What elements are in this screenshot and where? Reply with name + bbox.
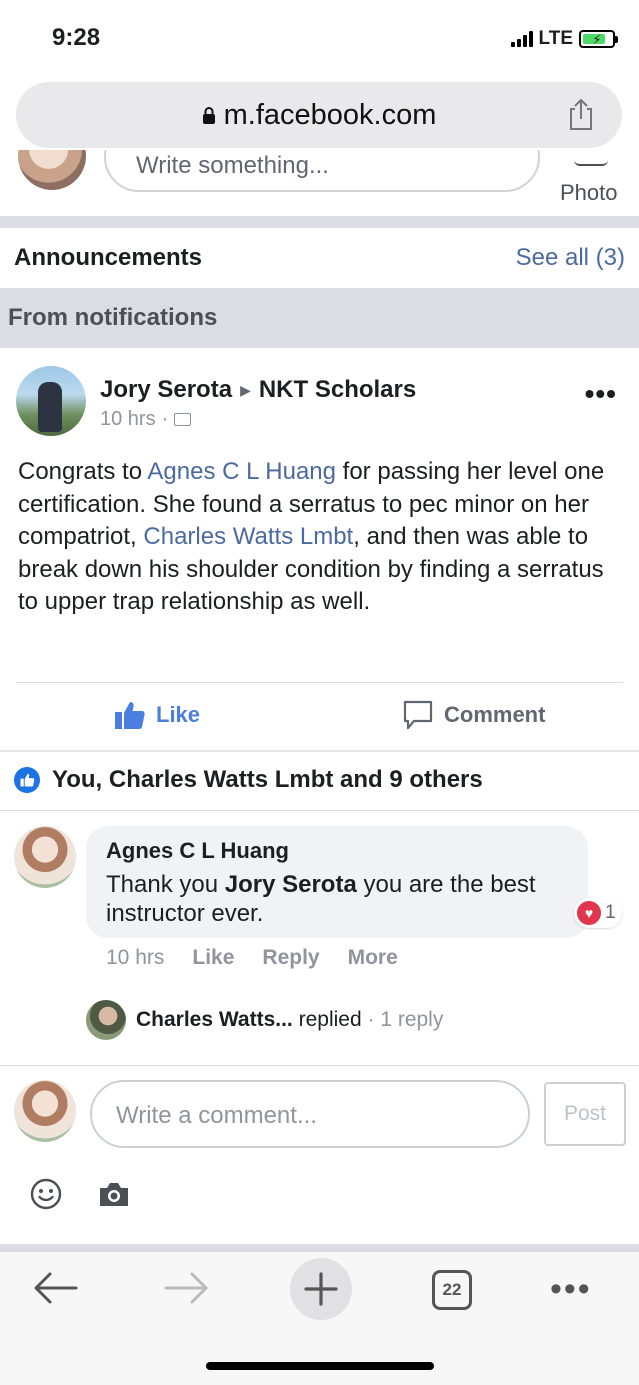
divider [16,682,623,683]
comment-reply-button[interactable]: Reply [262,946,319,970]
post-text: Congrats to [18,458,148,485]
share-icon[interactable] [566,97,596,131]
photo-button[interactable]: Photo [560,180,618,206]
comment-placeholder: Write a comment... [116,1102,317,1129]
emoji-icon[interactable] [30,1178,62,1210]
commenter-avatar[interactable] [14,826,76,888]
mention-link[interactable]: Charles Watts Lmbt [143,523,353,550]
post-author[interactable]: Jory Serota [100,376,232,404]
triangle-right-icon: ▶ [240,381,251,398]
comment-time: 10 hrs [106,946,165,969]
mention-link[interactable]: Agnes C L Huang [147,458,336,485]
signal-icon [510,31,533,47]
reply-preview[interactable]: Charles Watts... replied · 1 reply [86,1000,443,1040]
camera-icon[interactable] [98,1180,130,1208]
post-body: Congrats to Agnes C L Huang for passing … [18,456,624,619]
comment-author[interactable]: Agnes C L Huang [106,838,289,864]
plus-icon [304,1272,338,1306]
reactions-summary[interactable]: You, Charles Watts Lmbt and 9 others [14,766,483,794]
composer-strip: Write something... Photo [0,150,639,216]
group-audience-icon [174,413,192,426]
reply-count: · 1 reply [361,1008,444,1031]
divider [0,216,639,228]
post-button[interactable]: Post [544,1082,626,1146]
comment-bubble: Agnes C L Huang Thank you Jory Serota yo… [86,826,588,938]
announcements-bar: Announcements See all (3) [0,228,639,288]
photo-icon[interactable] [574,160,608,166]
divider [0,1065,639,1066]
post-meta: 10 hrs · [100,408,192,431]
announcements-title: Announcements [14,244,203,271]
back-arrow-icon[interactable] [32,1270,78,1306]
section-header: From notifications [0,288,639,348]
reaction-count: 1 [605,902,616,923]
network-label: LTE [538,28,573,49]
reply-verb: replied [292,1008,362,1031]
comment-reaction-badge[interactable]: ♥ 1 [574,898,622,928]
feed-post: Jory Serota ▶ NKT Scholars 10 hrs · ••• … [0,348,639,750]
status-composer-input[interactable]: Write something... [104,150,540,192]
divider [0,750,639,752]
lock-icon [202,107,215,124]
comment-label: Comment [444,702,546,727]
battery-charging-icon: ⚡ [579,30,618,48]
new-tab-button[interactable] [290,1258,352,1320]
reply-avatar [86,1000,126,1040]
section-title: From notifications [8,304,218,331]
status-indicators: LTE ⚡ [510,28,618,50]
like-label: Like [156,702,201,727]
comment-icon [403,700,433,730]
url-text: m.facebook.com [223,98,437,131]
more-menu-icon[interactable]: ••• [550,1272,592,1306]
home-indicator [206,1362,434,1370]
author-avatar[interactable] [16,366,86,436]
comment-more-button[interactable]: More [348,946,398,970]
avatar [14,1080,76,1142]
see-all-link[interactable]: See all (3) [516,244,625,272]
comment-like-button[interactable]: Like [192,946,234,970]
status-time: 9:28 [52,24,101,51]
composer-placeholder: Write something... [136,152,329,179]
more-options-icon[interactable]: ••• [585,378,617,410]
thumbs-up-icon [115,702,145,729]
like-button[interactable]: Like [114,700,200,730]
post-group[interactable]: NKT Scholars [259,376,416,404]
comment-button[interactable]: Comment [402,700,545,730]
tabs-button[interactable]: 22 [432,1270,472,1310]
reactions-text: You, Charles Watts Lmbt and 9 others [52,766,483,793]
post-author-line: Jory Serota ▶ NKT Scholars [100,376,416,404]
divider [0,810,639,811]
comment-text: Thank you Jory Serota you are the best i… [106,870,576,928]
divider [0,1244,639,1252]
comment-input[interactable]: Write a comment... [90,1080,530,1148]
forward-arrow-icon[interactable] [164,1270,210,1306]
browser-toolbar: 22 ••• [0,1252,639,1385]
post-time[interactable]: 10 hrs [100,408,156,431]
meta-separator: · [161,408,169,430]
heart-icon: ♥ [577,901,601,925]
avatar [18,150,86,190]
address-bar[interactable]: m.facebook.com [16,82,622,148]
reply-author: Charles Watts... [136,1008,293,1031]
comment-text-part: Thank you [106,871,225,898]
comment-mention[interactable]: Jory Serota [225,871,357,898]
like-reaction-icon [14,767,40,793]
comment-actions: 10 hrs Like Reply More [106,946,398,970]
